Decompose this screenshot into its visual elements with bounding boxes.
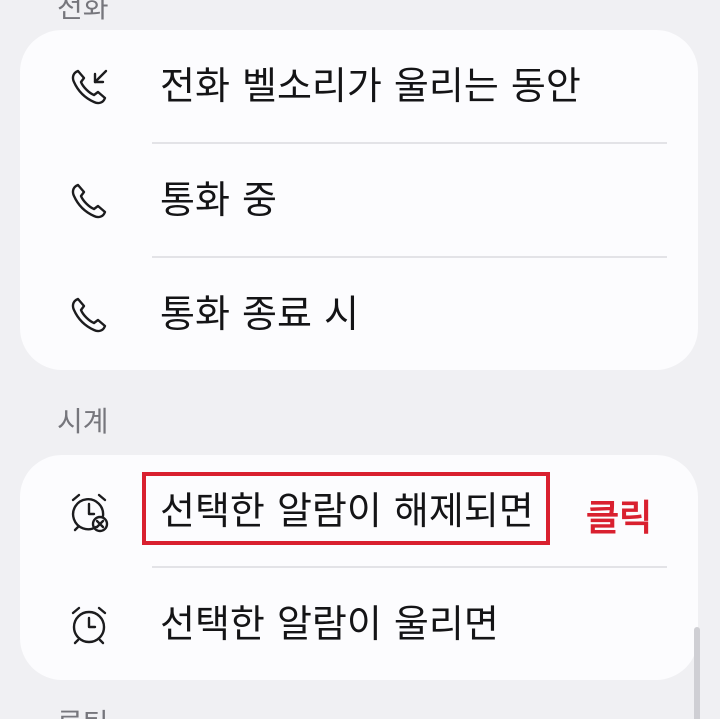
click-annotation: 클릭: [586, 498, 653, 539]
phone-icon: [68, 180, 110, 222]
option-alarm-rings[interactable]: 선택한 알람이 울리면: [20, 568, 698, 680]
option-label: 통화 종료 시: [160, 292, 359, 336]
click-highlight-box: [142, 472, 550, 545]
option-alarm-dismissed[interactable]: 선택한 알람이 해제되면 클릭: [20, 455, 698, 568]
option-during-call[interactable]: 통화 중: [20, 144, 698, 257]
incoming-call-icon: [68, 66, 110, 108]
option-call-ended[interactable]: 통화 종료 시: [20, 258, 698, 370]
phone-icon: [68, 294, 110, 336]
section-header-next: 루틴: [57, 702, 109, 719]
clock-options-card: 선택한 알람이 해제되면 클릭 선택한 알람이 울리면: [20, 455, 698, 680]
alarm-icon: [68, 604, 110, 646]
option-label: 전화 벨소리가 울리는 동안: [160, 64, 581, 108]
section-header-phone: 전화: [57, 0, 109, 24]
option-while-ringing[interactable]: 전화 벨소리가 울리는 동안: [20, 30, 698, 143]
settings-screen: 전화 전화 벨소리가 울리는 동안 통화 중 통화 종료 시 시계 선택한 알람…: [0, 0, 720, 719]
scrollbar[interactable]: [694, 627, 700, 719]
section-header-clock: 시계: [57, 405, 109, 438]
option-label: 통화 중: [160, 178, 277, 222]
option-label: 선택한 알람이 울리면: [160, 602, 499, 646]
alarm-dismiss-icon: [68, 491, 110, 533]
phone-options-card: 전화 벨소리가 울리는 동안 통화 중 통화 종료 시: [20, 30, 698, 370]
